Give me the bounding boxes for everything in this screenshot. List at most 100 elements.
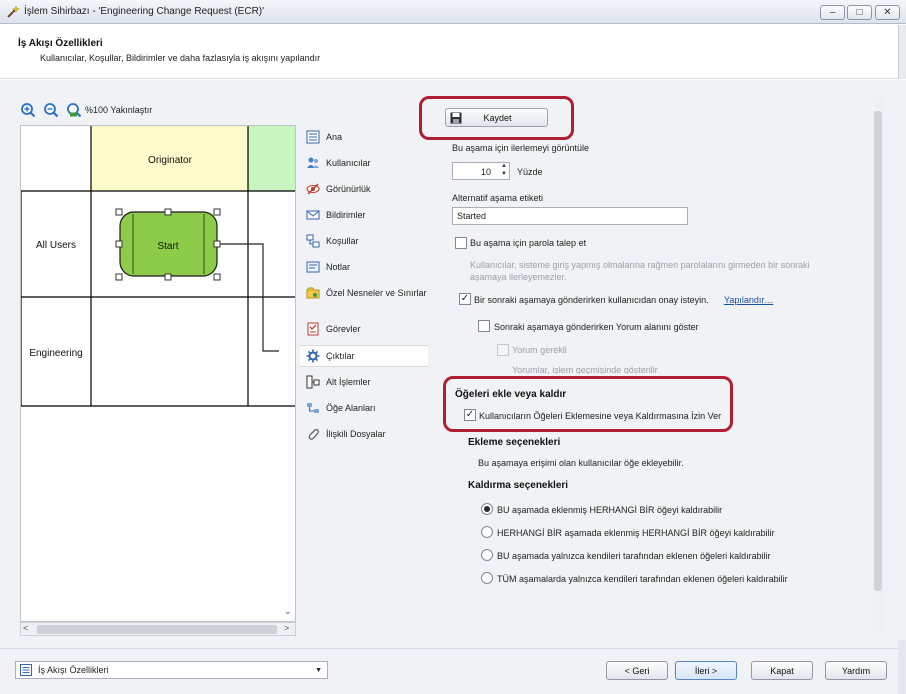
nav-item-oge-alanlari[interactable]: Öğe Alanları (300, 401, 428, 415)
add-options-description: Bu aşamaya erişimi olan kullanıcılar öğe… (478, 458, 684, 468)
remove-option-label-4: TÜM aşamalarda yalnızca kendileri tarafı… (497, 574, 788, 584)
paperclip-icon (308, 428, 320, 440)
minimize-button[interactable]: – (820, 5, 845, 20)
mail-icon (306, 210, 320, 220)
nav-label: Çıktılar (326, 351, 355, 361)
header-scrollbar[interactable] (898, 25, 906, 79)
notes-icon (306, 261, 320, 273)
progress-stepper[interactable]: 10 ▲ ▼ (452, 162, 510, 180)
nav-label: Öğe Alanları (326, 403, 376, 413)
remove-options-heading: Kaldırma seçenekleri (468, 480, 569, 491)
alt-stage-label: Alternatif aşama etiketi (452, 193, 544, 203)
page-title: İş Akışı Özellikleri (18, 38, 103, 49)
add-options-heading: Ekleme seçenekleri (468, 437, 561, 448)
stepper-down-icon[interactable]: ▼ (501, 171, 507, 177)
maximize-button[interactable]: □ (847, 5, 872, 20)
title-bar[interactable]: İşlem Sihirbazı - 'Engineering Change Re… (0, 0, 906, 24)
property-nav: Ana Kullanıcılar Görünürlük Bildirimler … (300, 125, 428, 455)
nav-label: Kullanıcılar (326, 158, 371, 168)
next-button[interactable]: İleri > (675, 661, 737, 680)
visibility-icon (306, 183, 320, 195)
remove-option-radio-2[interactable] (481, 526, 493, 538)
objects-icon (306, 287, 320, 299)
nav-label: Görevler (326, 324, 361, 334)
list-icon (306, 130, 320, 144)
remove-option-radio-1[interactable] (481, 503, 493, 515)
lane-header-label: Originator (148, 155, 193, 166)
confirm-label: Bir sonraki aşamaya gönderirken kullanıc… (474, 295, 709, 305)
chevron-down-icon[interactable]: ▼ (315, 667, 322, 674)
nav-item-notlar[interactable]: Notlar (300, 260, 428, 274)
users-icon (307, 157, 319, 168)
conditions-icon (306, 234, 320, 248)
zoom-out-icon[interactable] (43, 102, 59, 118)
confirm-checkbox[interactable]: ✓ (459, 293, 471, 305)
diagram-hscrollbar[interactable]: < > (20, 622, 296, 636)
comment-label: Sonraki aşamaya gönderirken Yorum alanın… (494, 322, 699, 332)
start-node-label: Start (157, 241, 178, 252)
radio-selected-dot (484, 506, 490, 512)
back-button[interactable]: < Geri (606, 661, 668, 680)
zoom-reset-icon[interactable] (66, 102, 82, 118)
lane-row-label-engineering: Engineering (29, 348, 82, 359)
nav-label: Bildirimler (326, 210, 366, 220)
nav-item-iliskili-dosyalar[interactable]: İlişkili Dosyalar (300, 427, 428, 441)
zoom-100-link[interactable]: %100 Yakınlaştır (85, 105, 152, 115)
close-window-button[interactable]: ✕ (875, 5, 900, 20)
close-button[interactable]: Kapat (751, 661, 813, 680)
password-label: Bu aşama için parola talep et (470, 238, 587, 248)
comment-checkbox[interactable] (478, 320, 490, 332)
nav-item-alt-islemler[interactable]: Alt İşlemler (300, 375, 428, 389)
scroll-left-arrow[interactable]: < (23, 623, 28, 633)
nav-item-ciktilar[interactable]: Çıktılar (300, 345, 428, 367)
nav-item-ozel-nesneler[interactable]: Özel Nesneler ve Sınırlar (300, 286, 428, 300)
progress-label: Bu aşama için ilerlemeyi görüntüle (452, 143, 590, 153)
highlight-save (419, 96, 574, 140)
subprocess-icon (306, 375, 320, 389)
configure-link[interactable]: Yapılandır… (724, 295, 773, 305)
comment-required-label: Yorum gerekli (512, 345, 567, 355)
nav-item-kullanicilar[interactable]: Kullanıcılar (300, 156, 428, 170)
nav-item-gorevler[interactable]: Görevler (300, 322, 428, 336)
list-icon (20, 664, 32, 676)
nav-label: Notlar (326, 262, 351, 272)
nav-item-bildirimler[interactable]: Bildirimler (300, 208, 428, 222)
remove-option-radio-4[interactable] (481, 572, 493, 584)
nav-item-gorunurluk[interactable]: Görünürlük (300, 182, 428, 196)
highlight-items (443, 376, 733, 432)
lane-row-label-all-users: All Users (36, 240, 76, 251)
progress-unit: Yüzde (517, 167, 543, 177)
fields-icon (307, 403, 319, 413)
scroll-right-arrow[interactable]: > (284, 623, 289, 633)
workflow-diagram[interactable]: Originator All Users Engineering Start (20, 125, 296, 622)
check-mark: ✓ (460, 293, 470, 304)
password-description: Kullanıcılar, sisteme giriş yapmış olmal… (470, 260, 810, 282)
nav-item-kosullar[interactable]: Koşullar (300, 234, 428, 248)
nav-label: Özel Nesneler ve Sınırlar (326, 288, 427, 298)
zoom-in-icon[interactable] (20, 102, 36, 118)
section-select[interactable]: İş Akışı Özellikleri ▼ (15, 661, 328, 679)
nav-label: Alt İşlemler (326, 377, 371, 387)
password-checkbox[interactable] (455, 237, 467, 249)
diagram-scroll-down[interactable]: ⌄ (284, 606, 292, 617)
zoom-toolbar: %100 Yakınlaştır (20, 100, 152, 120)
form-scroll-thumb[interactable] (874, 111, 882, 591)
remove-option-label-1: BU aşamada eklenmiş HERHANGİ BİR öğeyi k… (497, 505, 723, 515)
nav-label: Koşullar (326, 236, 359, 246)
window-title: İşlem Sihirbazı - 'Engineering Change Re… (24, 6, 265, 17)
scroll-thumb[interactable] (37, 625, 277, 634)
page-subtitle: Kullanıcılar, Koşullar, Bildirimler ve d… (40, 53, 321, 63)
nav-item-ana[interactable]: Ana (300, 130, 428, 144)
comment-required-checkbox[interactable] (497, 344, 509, 356)
page-header: İş Akışı Özellikleri Kullanıcılar, Koşul… (0, 25, 906, 79)
help-button[interactable]: Yardım (825, 661, 887, 680)
swimlane-canvas: Originator All Users Engineering Start (21, 126, 295, 407)
start-node[interactable]: Start (119, 211, 218, 277)
remove-option-radio-3[interactable] (481, 549, 493, 561)
alt-stage-input[interactable]: Started (452, 207, 688, 225)
nav-label: Görünürlük (326, 184, 371, 194)
stepper-up-icon[interactable]: ▲ (501, 163, 507, 169)
nav-label: İlişkili Dosyalar (326, 429, 386, 439)
lane-header-next (248, 126, 295, 191)
tasks-icon (307, 322, 319, 336)
